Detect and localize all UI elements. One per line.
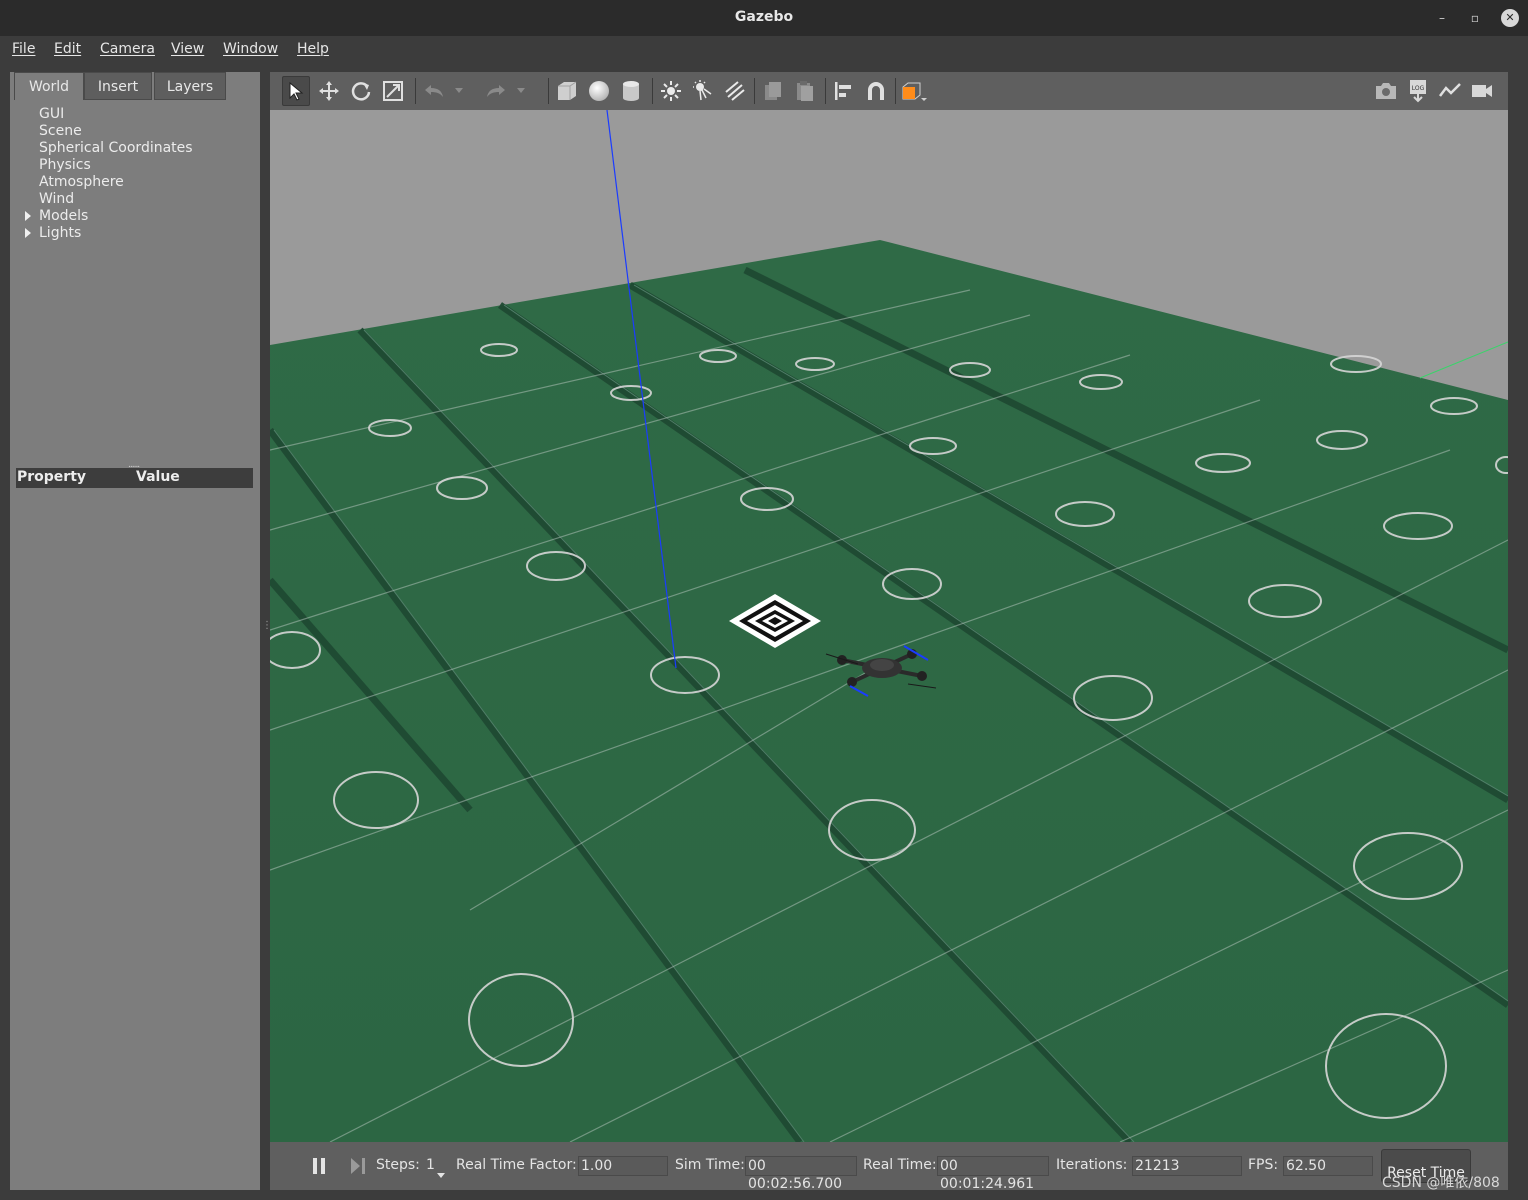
menu-view[interactable]: View bbox=[171, 41, 204, 57]
tree-item-label: Lights bbox=[39, 225, 82, 241]
select-arrow-icon[interactable] bbox=[282, 76, 310, 106]
sim-time-field: 00 00:02:56.700 bbox=[745, 1156, 857, 1192]
tree-item-label: GUI bbox=[39, 106, 65, 122]
steps-dropdown-icon[interactable] bbox=[437, 1164, 445, 1183]
sphere-icon[interactable] bbox=[585, 76, 613, 106]
property-column-header: Property bbox=[17, 469, 87, 485]
steps-label: Steps: bbox=[376, 1157, 420, 1173]
world-tree: GUI Scene Spherical Coordinates Physics … bbox=[10, 106, 260, 242]
watermark-text: CSDN @唯依/808 bbox=[1382, 1175, 1500, 1191]
tree-item-label: Spherical Coordinates bbox=[39, 140, 193, 156]
view-angle-icon[interactable] bbox=[900, 76, 928, 106]
menu-camera[interactable]: Camera bbox=[100, 41, 155, 57]
real-time-label: Real Time: bbox=[863, 1157, 937, 1173]
real-time-factor-label: Real Time Factor: bbox=[456, 1157, 577, 1173]
left-panel: World Insert Layers GUI Scene Spherical … bbox=[10, 72, 260, 1190]
directional-light-icon[interactable] bbox=[721, 76, 749, 106]
real-time-factor-field: 1.00 bbox=[578, 1156, 668, 1176]
copy-icon[interactable] bbox=[759, 76, 787, 106]
tree-item-label: Physics bbox=[39, 157, 91, 173]
plot-icon[interactable] bbox=[1436, 76, 1464, 106]
title-bar: Gazebo – ▫ ✕ bbox=[0, 0, 1528, 36]
step-forward-icon[interactable] bbox=[350, 1158, 366, 1174]
scale-icon[interactable] bbox=[379, 76, 407, 106]
tree-item-label: Wind bbox=[39, 191, 75, 207]
spot-light-icon[interactable] bbox=[689, 76, 717, 106]
menu-bar: File Edit Camera View Window Help bbox=[0, 36, 1528, 64]
tree-item-scene[interactable]: Scene bbox=[10, 123, 260, 140]
menu-edit[interactable]: Edit bbox=[54, 41, 81, 57]
fps-field: 62.50 bbox=[1283, 1156, 1373, 1176]
sim-time-label: Sim Time: bbox=[675, 1157, 745, 1173]
svg-text:LOG: LOG bbox=[1412, 85, 1425, 92]
menu-help[interactable]: Help bbox=[297, 41, 329, 57]
log-icon[interactable]: LOG bbox=[1404, 76, 1432, 106]
rotate-icon[interactable] bbox=[347, 76, 375, 106]
tree-item-label: Scene bbox=[39, 123, 82, 139]
expand-arrow-icon[interactable] bbox=[25, 211, 31, 221]
tree-item-spherical-coordinates[interactable]: Spherical Coordinates bbox=[10, 140, 260, 157]
align-icon[interactable] bbox=[830, 76, 858, 106]
undo-history-dropdown-icon[interactable] bbox=[452, 76, 466, 106]
menu-file[interactable]: File bbox=[12, 41, 35, 57]
status-bar: Steps: 1 Real Time Factor: 1.00 Sim Time… bbox=[270, 1142, 1508, 1192]
fps-label: FPS: bbox=[1248, 1157, 1279, 1173]
redo-icon[interactable] bbox=[482, 76, 510, 106]
point-light-icon[interactable] bbox=[657, 76, 685, 106]
value-column-header: Value bbox=[136, 469, 180, 485]
undo-icon[interactable] bbox=[420, 76, 448, 106]
translate-icon[interactable] bbox=[315, 76, 343, 106]
real-time-field: 00 00:01:24.961 bbox=[937, 1156, 1049, 1192]
screenshot-camera-icon[interactable] bbox=[1372, 76, 1400, 106]
paste-icon[interactable] bbox=[791, 76, 819, 106]
tab-world[interactable]: World bbox=[14, 72, 84, 100]
tree-item-atmosphere[interactable]: Atmosphere bbox=[10, 174, 260, 191]
tab-layers[interactable]: Layers bbox=[154, 72, 226, 100]
iterations-field: 21213 bbox=[1132, 1156, 1242, 1176]
box-icon[interactable] bbox=[553, 76, 581, 106]
close-icon[interactable]: ✕ bbox=[1501, 9, 1519, 27]
expand-arrow-icon[interactable] bbox=[25, 228, 31, 238]
video-record-icon[interactable] bbox=[1468, 76, 1496, 106]
3d-viewport[interactable] bbox=[270, 110, 1508, 1142]
iterations-label: Iterations: bbox=[1056, 1157, 1128, 1173]
redo-history-dropdown-icon[interactable] bbox=[514, 76, 528, 106]
tree-item-lights[interactable]: Lights bbox=[10, 225, 260, 242]
pause-icon[interactable] bbox=[312, 1158, 326, 1174]
tree-item-label: Atmosphere bbox=[39, 174, 124, 190]
tree-item-gui[interactable]: GUI bbox=[10, 106, 260, 123]
tree-item-label: Models bbox=[39, 208, 89, 224]
toolbar: LOG bbox=[270, 72, 1508, 110]
tree-item-wind[interactable]: Wind bbox=[10, 191, 260, 208]
scene-render bbox=[270, 110, 1508, 1142]
window-title: Gazebo bbox=[734, 9, 794, 25]
steps-spinbox[interactable]: 1 bbox=[426, 1157, 435, 1173]
property-table-header: Property Value bbox=[16, 468, 253, 488]
main-area: LOG Steps: 1 Real Time Factor: 1.00 Sim … bbox=[270, 72, 1508, 1192]
minimize-icon[interactable]: – bbox=[1433, 9, 1451, 27]
snap-magnet-icon[interactable] bbox=[862, 76, 890, 106]
panel-divider-handle[interactable]: ⋮ bbox=[262, 620, 272, 640]
tab-insert[interactable]: Insert bbox=[84, 72, 152, 100]
tree-item-models[interactable]: Models bbox=[10, 208, 260, 225]
menu-window[interactable]: Window bbox=[223, 41, 278, 57]
maximize-icon[interactable]: ▫ bbox=[1466, 9, 1484, 27]
cylinder-icon[interactable] bbox=[617, 76, 645, 106]
tree-item-physics[interactable]: Physics bbox=[10, 157, 260, 174]
